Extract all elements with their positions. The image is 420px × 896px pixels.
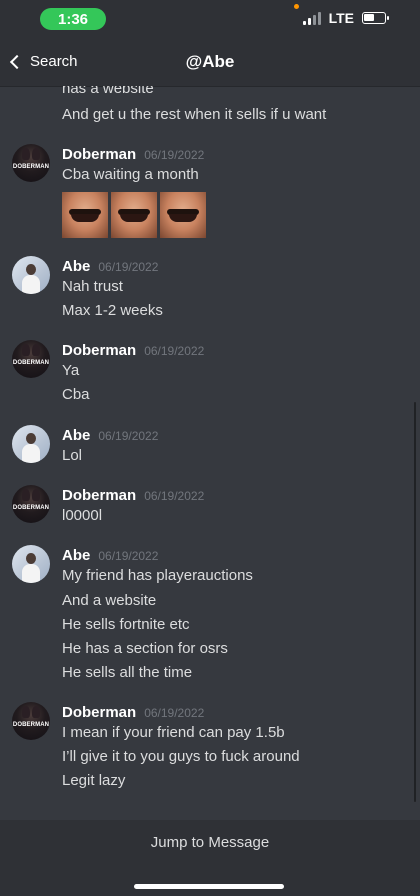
- message-line: My friend has playerauctions: [62, 567, 253, 584]
- avatar-abe[interactable]: [12, 256, 50, 294]
- avatar-doberman[interactable]: DOBERMAN: [12, 485, 50, 523]
- channel-title[interactable]: @Abe: [0, 52, 420, 72]
- author-name[interactable]: Doberman: [62, 487, 136, 504]
- avatar-abe[interactable]: [12, 425, 50, 463]
- message-timestamp: 06/19/2022: [98, 429, 159, 443]
- message-timestamp: 06/19/2022: [144, 344, 205, 358]
- message-timestamp: 06/19/2022: [144, 706, 205, 720]
- author-name[interactable]: Doberman: [62, 146, 136, 163]
- privacy-indicator-icon: [294, 4, 299, 9]
- message-line: Cba: [62, 386, 90, 403]
- jump-to-message-button[interactable]: Jump to Message: [0, 834, 420, 851]
- image-attachment[interactable]: [111, 192, 157, 238]
- battery-icon: [362, 12, 389, 24]
- avatar-doberman[interactable]: DOBERMAN: [12, 340, 50, 378]
- status-time[interactable]: 1:36: [40, 8, 106, 30]
- message-line: Ya: [62, 362, 80, 379]
- message-timestamp: 06/19/2022: [98, 549, 159, 563]
- message-list[interactable]: has a website And get u the rest when it…: [0, 86, 420, 820]
- message-line: I’ll give it to you guys to fuck around: [62, 748, 300, 765]
- message-line: Legit lazy: [62, 772, 126, 789]
- message-line: And get u the rest when it sells if u wa…: [62, 106, 327, 123]
- image-attachments: [62, 192, 206, 238]
- scrollbar[interactable]: [414, 402, 416, 802]
- message-line: I mean if your friend can pay 1.5b: [62, 724, 285, 741]
- avatar-doberman[interactable]: DOBERMAN: [12, 144, 50, 182]
- avatar-abe[interactable]: [12, 545, 50, 583]
- author-name[interactable]: Abe: [62, 427, 90, 444]
- message-line: l0000l: [62, 507, 103, 524]
- message-timestamp: 06/19/2022: [98, 260, 159, 274]
- bottom-bar: Jump to Message: [0, 820, 420, 896]
- message-timestamp: 06/19/2022: [144, 489, 205, 503]
- image-attachment[interactable]: [62, 192, 108, 238]
- chat-header: Search @Abe: [0, 40, 420, 87]
- image-attachment[interactable]: [160, 192, 206, 238]
- author-name[interactable]: Abe: [62, 258, 90, 275]
- message-line: Max 1-2 weeks: [62, 302, 163, 319]
- message-line: He has a section for osrs: [62, 640, 228, 657]
- avatar-doberman[interactable]: DOBERMAN: [12, 702, 50, 740]
- home-indicator[interactable]: [134, 884, 284, 889]
- message-line: has a website: [62, 86, 154, 97]
- message-line: And a website: [62, 592, 157, 609]
- cellular-signal-icon: [302, 11, 321, 25]
- author-name[interactable]: Abe: [62, 547, 90, 564]
- network-type: LTE: [328, 10, 354, 26]
- message-timestamp: 06/19/2022: [144, 148, 205, 162]
- message-line: Nah trust: [62, 278, 123, 295]
- message-line: He sells all the time: [62, 664, 193, 681]
- status-bar: 1:36 LTE: [0, 0, 420, 40]
- message-line: Cba waiting a month: [62, 166, 199, 183]
- message-line: Lol: [62, 447, 83, 464]
- author-name[interactable]: Doberman: [62, 704, 136, 721]
- author-name[interactable]: Doberman: [62, 342, 136, 359]
- message-line: He sells fortnite etc: [62, 616, 190, 633]
